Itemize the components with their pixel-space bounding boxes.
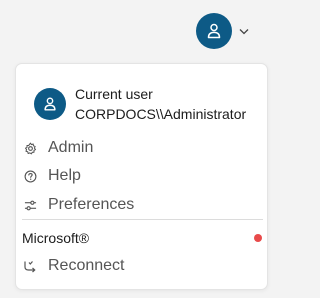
provider-row: Microsoft® — [22, 227, 263, 249]
menu-divider — [22, 219, 263, 220]
help-circle-icon — [23, 169, 37, 183]
gear-icon — [23, 141, 37, 155]
reconnect-button[interactable]: Reconnect — [22, 253, 262, 279]
provider-label: Microsoft® — [22, 230, 90, 246]
avatar — [34, 88, 66, 120]
menu-item-help[interactable]: Help — [22, 163, 262, 189]
reconnect-label: Reconnect — [48, 257, 125, 274]
account-menu-button[interactable] — [196, 13, 250, 49]
user-icon — [207, 23, 221, 39]
menu-item-admin[interactable]: Admin — [22, 135, 262, 161]
account-dropdown-menu: Current user CORPDOCS\\Administrator Adm… — [15, 63, 268, 290]
avatar — [196, 13, 232, 49]
sliders-icon — [23, 198, 37, 212]
menu-item-preferences[interactable]: Preferences — [22, 192, 262, 218]
menu-item-label: Preferences — [48, 196, 135, 213]
current-user-label: Current user — [75, 86, 153, 102]
chevron-down-icon — [238, 25, 250, 37]
username: CORPDOCS\\Administrator — [75, 106, 247, 122]
top-bar — [0, 0, 280, 62]
reconnect-icon — [23, 259, 37, 273]
status-dot — [254, 234, 262, 242]
menu-item-label: Help — [48, 167, 81, 184]
menu-item-label: Admin — [48, 139, 94, 156]
user-icon — [44, 97, 56, 111]
current-user-block: Current user CORPDOCS\\Administrator — [34, 84, 246, 124]
